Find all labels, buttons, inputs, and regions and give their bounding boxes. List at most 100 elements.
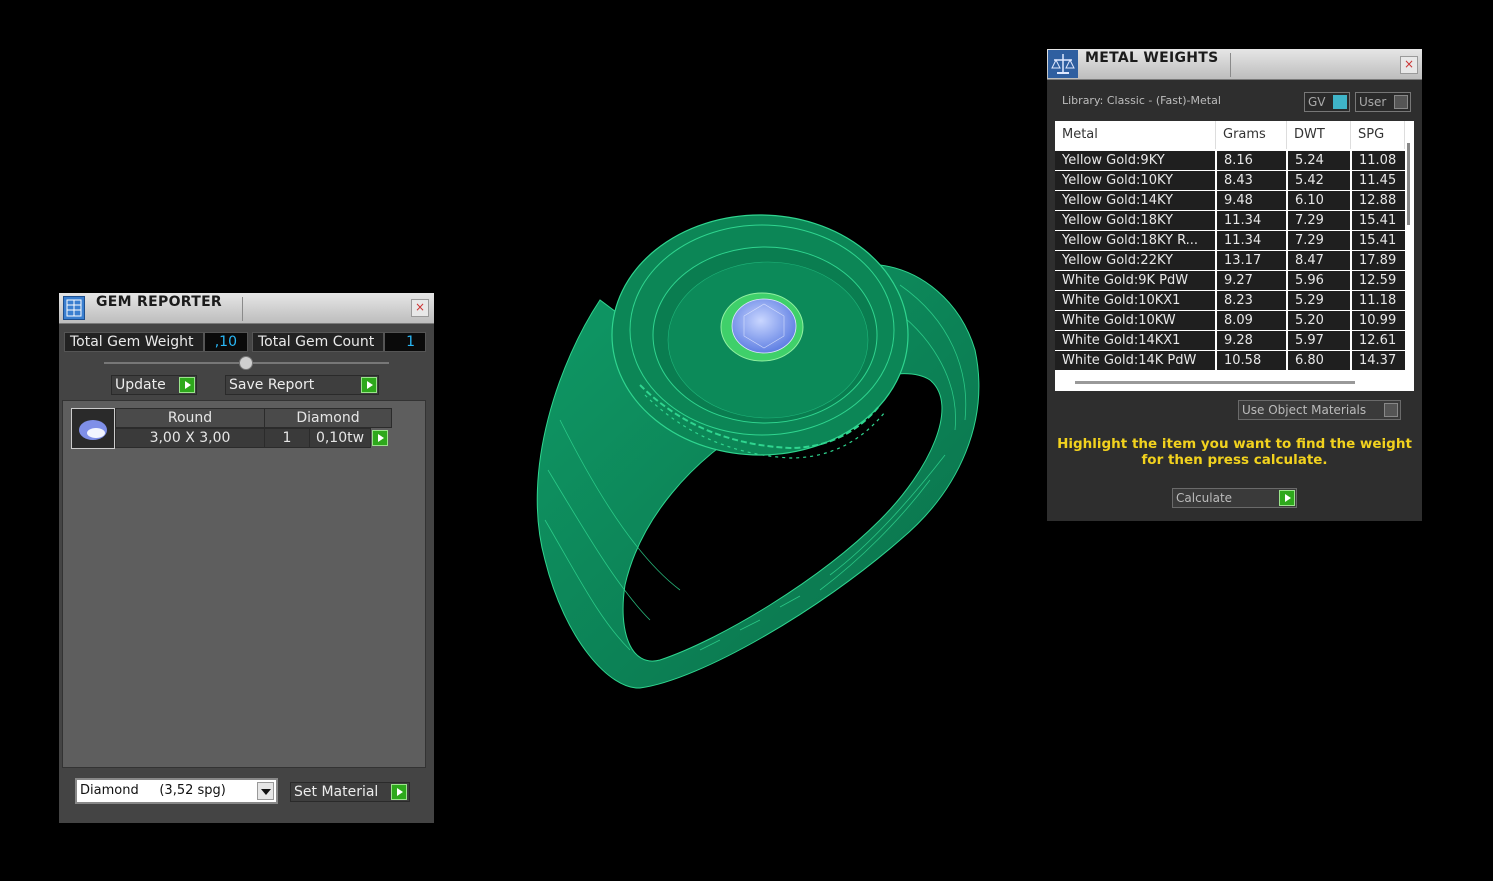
cell-dwt: 7.29 (1288, 211, 1350, 230)
metal-weights-title: METAL WEIGHTS (1085, 50, 1219, 66)
gem-thumbnail[interactable] (71, 408, 115, 449)
cell-metal: Yellow Gold:18KY R... (1055, 231, 1215, 250)
total-gem-weight-label: Total Gem Weight (64, 332, 204, 352)
gv-toggle[interactable]: GV (1304, 92, 1350, 112)
gem-slider-handle[interactable] (239, 356, 253, 370)
table-row[interactable]: Yellow Gold:14KY 9.48 6.10 12.88 (1055, 191, 1405, 211)
chevron-down-icon (261, 789, 271, 795)
calculate-label: Calculate (1176, 491, 1233, 505)
cell-grams: 10.58 (1217, 351, 1286, 370)
total-gem-count-label: Total Gem Count (252, 332, 384, 352)
gem-grid-icon (66, 299, 82, 317)
cell-grams: 9.48 (1217, 191, 1286, 210)
gem-reporter-panel: GEM REPORTER × Total Gem Weight ,10 Tota… (59, 293, 434, 823)
update-button[interactable]: Update (111, 375, 197, 395)
close-icon: × (414, 300, 426, 314)
horizontal-scroll-thumb[interactable] (1075, 381, 1355, 384)
cell-grams: 9.27 (1217, 271, 1286, 290)
column-header-spg[interactable]: SPG (1351, 121, 1405, 149)
gv-label: GV (1308, 95, 1326, 109)
cell-dwt: 5.96 (1288, 271, 1350, 290)
metal-weights-app-icon (1048, 50, 1078, 78)
scale-icon (1051, 54, 1075, 74)
cell-dwt: 5.97 (1288, 331, 1350, 350)
set-material-go-icon (391, 784, 407, 800)
table-row[interactable]: Yellow Gold:9KY 8.16 5.24 11.08 (1055, 151, 1405, 171)
gem-shape-cell[interactable]: Round (115, 408, 265, 428)
ring-viewport[interactable] (520, 200, 1000, 700)
gem-row-go-icon[interactable] (372, 430, 388, 446)
cell-metal: Yellow Gold:18KY (1055, 211, 1215, 230)
cell-metal: White Gold:9K PdW (1055, 271, 1215, 290)
table-row[interactable]: White Gold:10KX1 8.23 5.29 11.18 (1055, 291, 1405, 311)
user-indicator-icon (1394, 95, 1408, 109)
cell-spg: 14.37 (1352, 351, 1405, 370)
cell-spg: 12.59 (1352, 271, 1405, 290)
cell-grams: 11.34 (1217, 231, 1286, 250)
cell-dwt: 5.29 (1288, 291, 1350, 310)
calculate-go-icon (1279, 490, 1295, 506)
metal-weights-panel: METAL WEIGHTS × Library: Classic - (Fast… (1047, 49, 1422, 521)
close-button[interactable]: × (411, 299, 429, 317)
cell-spg: 12.61 (1352, 331, 1405, 350)
vertical-scroll-thumb[interactable] (1407, 143, 1410, 225)
gem-list[interactable]: Round Diamond 3,00 X 3,00 1 0,10tw (62, 400, 426, 768)
cell-dwt: 5.42 (1288, 171, 1350, 190)
total-gem-weight-value: ,10 (204, 332, 248, 352)
calculate-button[interactable]: Calculate (1172, 488, 1297, 508)
column-header-dwt[interactable]: DWT (1287, 121, 1351, 149)
column-header-grams[interactable]: Grams (1216, 121, 1287, 149)
gem-reporter-titlebar[interactable]: GEM REPORTER × (59, 293, 434, 324)
cell-grams: 11.34 (1217, 211, 1286, 230)
dropdown-button[interactable] (257, 782, 274, 800)
metal-table[interactable]: Metal Grams DWT SPG Yellow Gold:9KY 8.16 5… (1055, 121, 1414, 391)
cell-spg: 11.45 (1352, 171, 1405, 190)
table-row[interactable]: Yellow Gold:22KY 13.17 8.47 17.89 (1055, 251, 1405, 271)
update-go-icon (179, 377, 195, 393)
cell-grams: 9.28 (1217, 331, 1286, 350)
cell-metal: White Gold:14K PdW (1055, 351, 1215, 370)
table-row[interactable]: Yellow Gold:18KY R... 11.34 7.29 15.41 (1055, 231, 1405, 251)
cell-metal: Yellow Gold:14KY (1055, 191, 1215, 210)
cell-dwt: 7.29 (1288, 231, 1350, 250)
table-row[interactable]: White Gold:14KX1 9.28 5.97 12.61 (1055, 331, 1405, 351)
table-row[interactable]: White Gold:10KW 8.09 5.20 10.99 (1055, 311, 1405, 331)
cell-grams: 8.09 (1217, 311, 1286, 330)
vertical-scrollbar[interactable] (1405, 131, 1414, 381)
table-row[interactable]: White Gold:14K PdW 10.58 6.80 14.37 (1055, 351, 1405, 371)
cell-spg: 15.41 (1352, 211, 1405, 230)
user-toggle[interactable]: User (1355, 92, 1411, 112)
metal-weights-titlebar[interactable]: METAL WEIGHTS × (1047, 49, 1422, 80)
gem-material-cell[interactable]: Diamond (264, 408, 392, 428)
table-row[interactable]: Yellow Gold:10KY 8.43 5.42 11.45 (1055, 171, 1405, 191)
cell-dwt: 6.80 (1288, 351, 1350, 370)
set-material-label: Set Material (294, 784, 379, 800)
cell-grams: 8.16 (1217, 151, 1286, 170)
horizontal-scrollbar[interactable] (1055, 373, 1405, 391)
gv-indicator-icon (1333, 95, 1347, 109)
use-object-materials-label: Use Object Materials (1242, 403, 1367, 417)
material-select[interactable]: Diamond (3,52 spg) (75, 778, 278, 804)
close-button[interactable]: × (1400, 56, 1418, 74)
update-label: Update (115, 377, 166, 393)
table-row[interactable]: White Gold:9K PdW 9.27 5.96 12.59 (1055, 271, 1405, 291)
gem-qty-cell[interactable]: 1 (264, 428, 310, 448)
save-report-button[interactable]: Save Report (225, 375, 379, 395)
gem-size-cell[interactable]: 3,00 X 3,00 (115, 428, 265, 448)
cell-metal: Yellow Gold:22KY (1055, 251, 1215, 270)
set-material-button[interactable]: Set Material (290, 782, 410, 802)
user-label: User (1359, 95, 1387, 109)
cell-dwt: 5.24 (1288, 151, 1350, 170)
hint-line-2: for then press calculate. (1141, 452, 1328, 468)
cell-spg: 11.18 (1352, 291, 1405, 310)
cell-spg: 17.89 (1352, 251, 1405, 270)
gem-reporter-title: GEM REPORTER (96, 294, 223, 310)
material-select-value: Diamond (3,52 spg) (80, 783, 226, 798)
cell-dwt: 8.47 (1288, 251, 1350, 270)
use-object-materials-dropdown[interactable]: Use Object Materials (1238, 400, 1401, 420)
column-header-metal[interactable]: Metal (1055, 121, 1216, 149)
gem-carat-cell[interactable]: 0,10tw (309, 428, 371, 448)
table-row[interactable]: Yellow Gold:18KY 11.34 7.29 15.41 (1055, 211, 1405, 231)
gem-stone (731, 298, 797, 354)
cell-metal: White Gold:14KX1 (1055, 331, 1215, 350)
